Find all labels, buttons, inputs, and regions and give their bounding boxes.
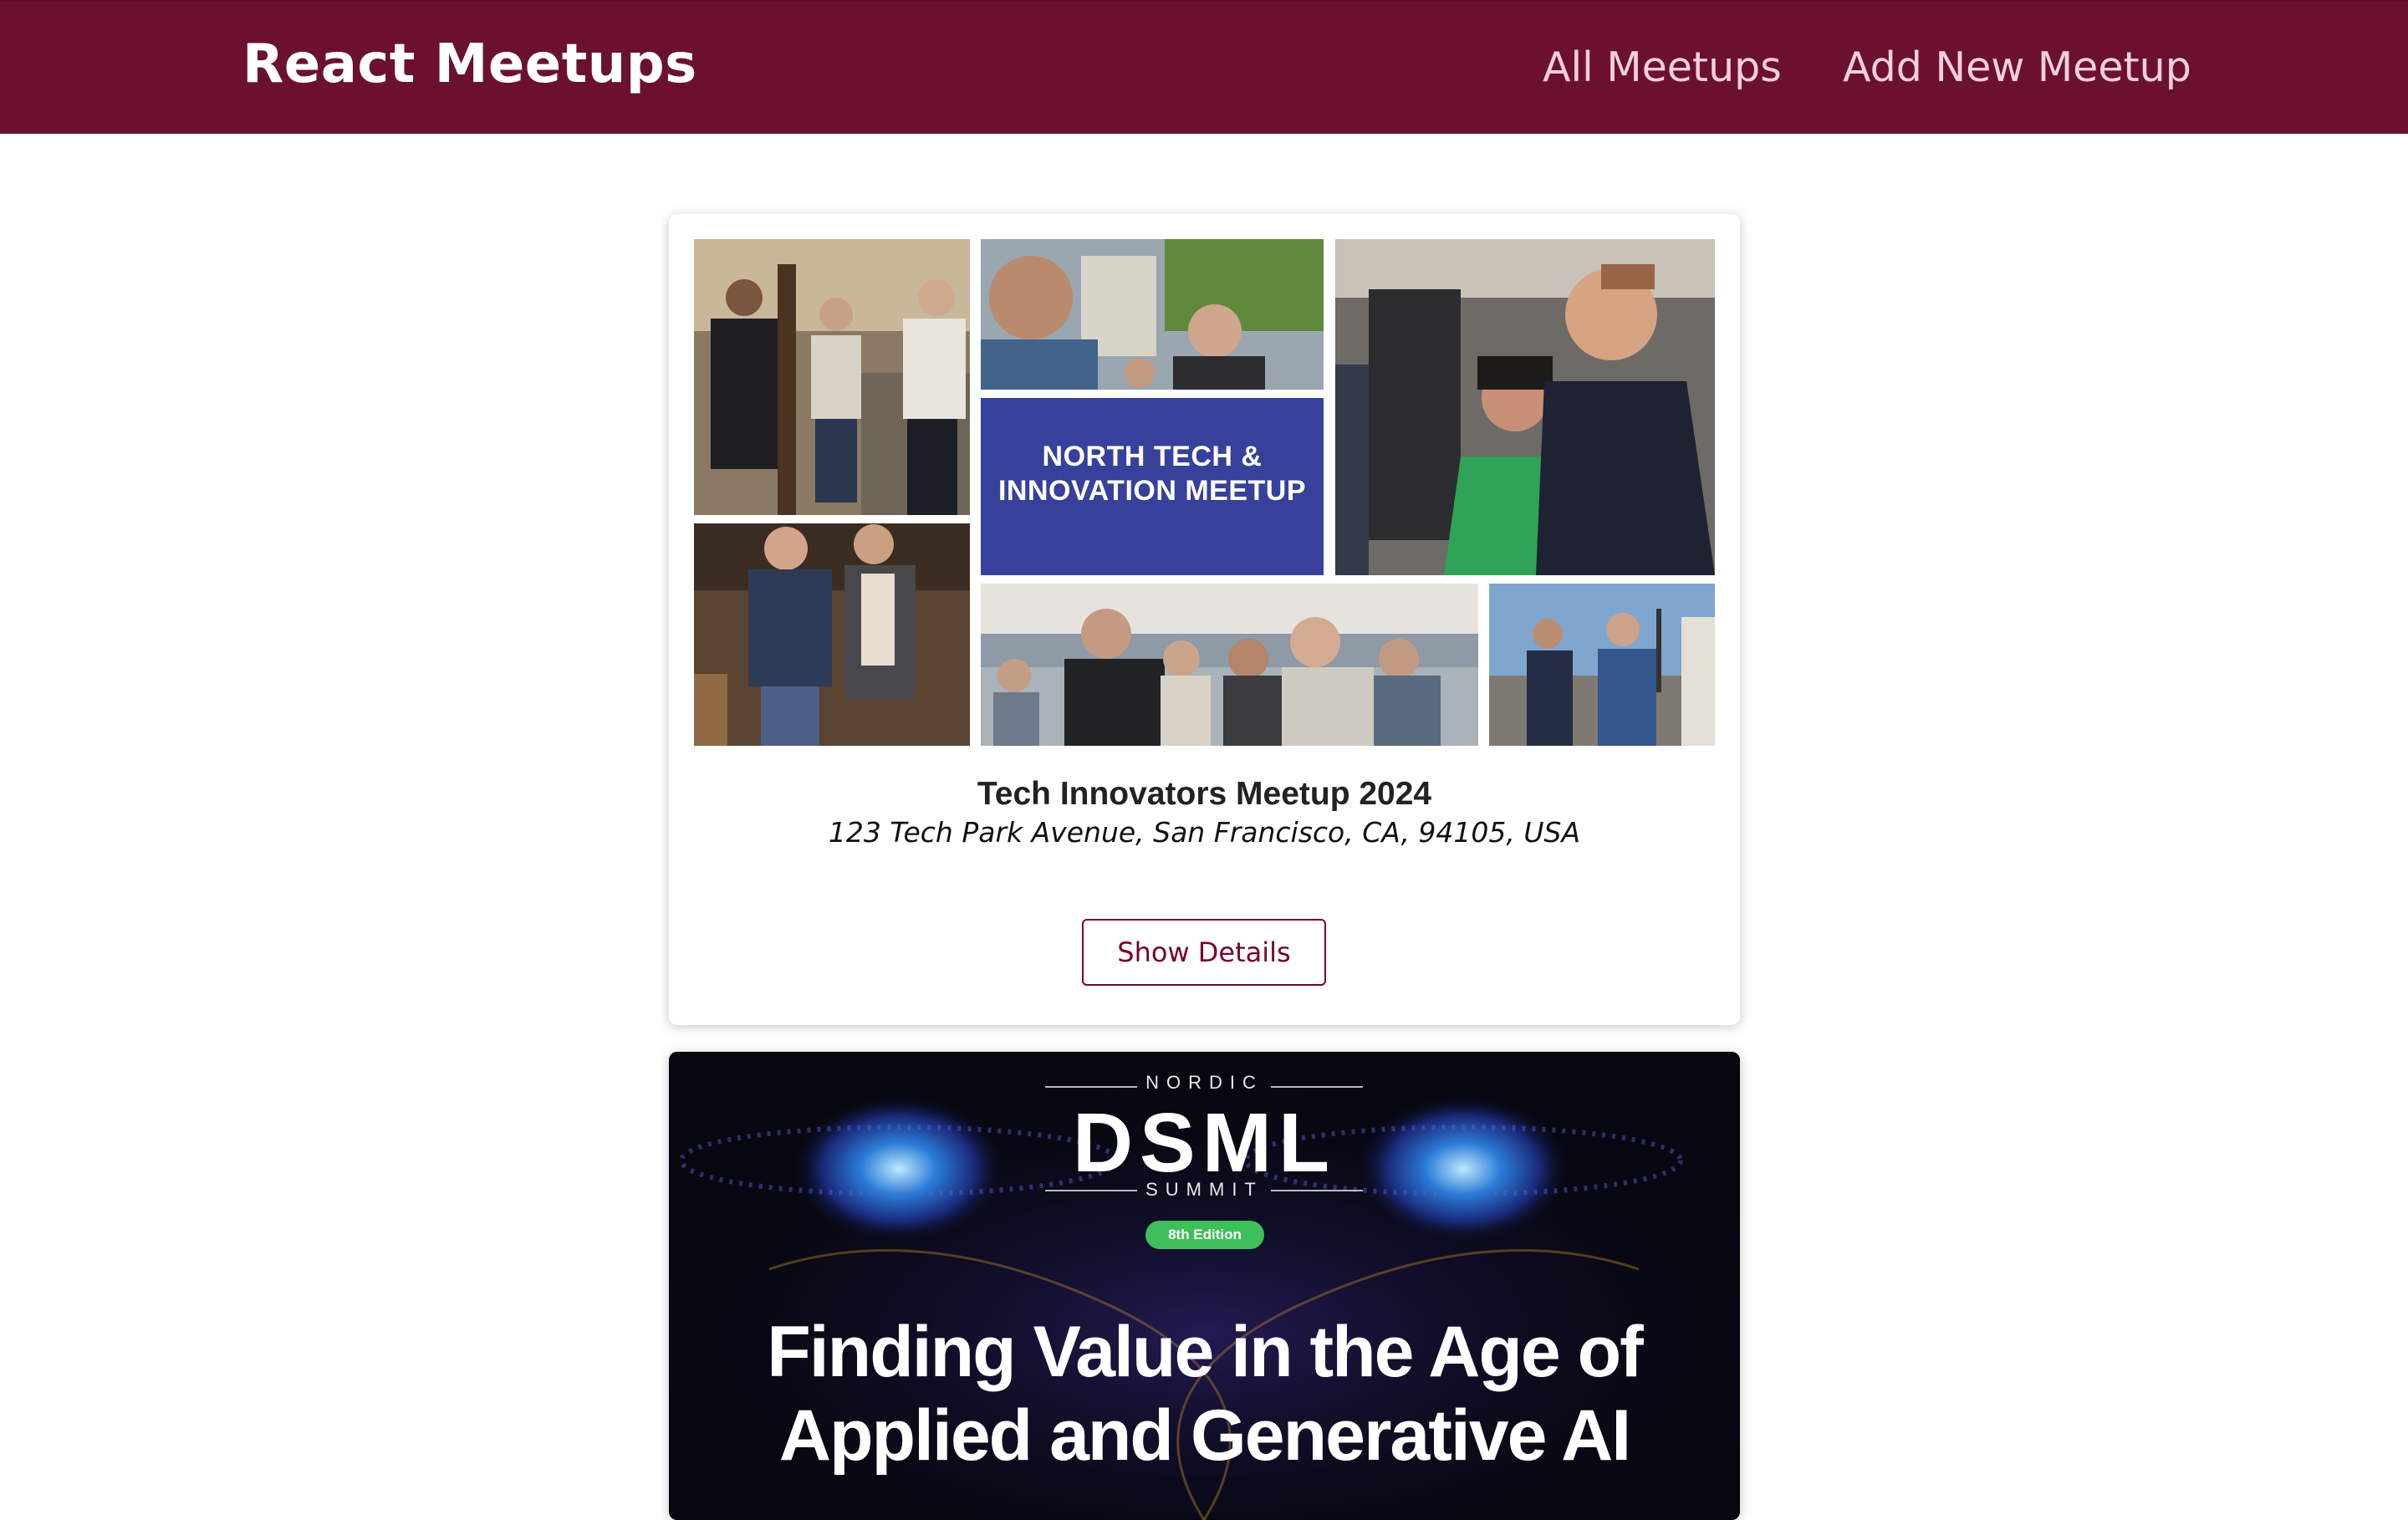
meetup-card: NORDIC DSML SUMMIT 8th Edition Finding V… (669, 1052, 1740, 1520)
photo-tile (1489, 584, 1715, 746)
photo-tile (981, 239, 1324, 390)
poster-headline-1: Finding Value in the Age of (767, 1312, 1644, 1392)
photo-tile (981, 584, 1478, 746)
meetup-title: Tech Innovators Meetup 2024 (977, 776, 1432, 812)
nav-link-add-new-meetup[interactable]: Add New Meetup (1843, 43, 2191, 91)
meetup-image: NORTH TECH & INNOVATION MEETUP (694, 239, 1715, 963)
poster-logo: DSML (1072, 1096, 1337, 1190)
photo-tile (694, 523, 970, 746)
poster-top-text: NORDIC (1145, 1072, 1263, 1093)
meetup-image: NORDIC DSML SUMMIT 8th Edition Finding V… (669, 1052, 1740, 1520)
meetup-card: NORTH TECH & INNOVATION MEETUP Tech Inno… (669, 214, 1740, 1025)
photo-tile (694, 239, 970, 515)
nav-link-all-meetups[interactable]: All Meetups (1543, 43, 1782, 91)
poster-headline-2: Applied and Generative AI (778, 1395, 1631, 1476)
meetup-address: 123 Tech Park Avenue, San Francisco, CA,… (828, 816, 1581, 849)
edition-badge: 8th Edition (1145, 1221, 1264, 1249)
poster-sub-text: SUMMIT (1145, 1179, 1263, 1200)
top-navbar: React Meetups All Meetups Add New Meetup (0, 0, 2408, 134)
app-logo[interactable]: React Meetups (242, 33, 697, 95)
photo-tile (1335, 239, 1715, 575)
show-details-button[interactable]: Show Details (1082, 919, 1326, 986)
meetup-banner: NORTH TECH & INNOVATION MEETUP (981, 398, 1324, 575)
